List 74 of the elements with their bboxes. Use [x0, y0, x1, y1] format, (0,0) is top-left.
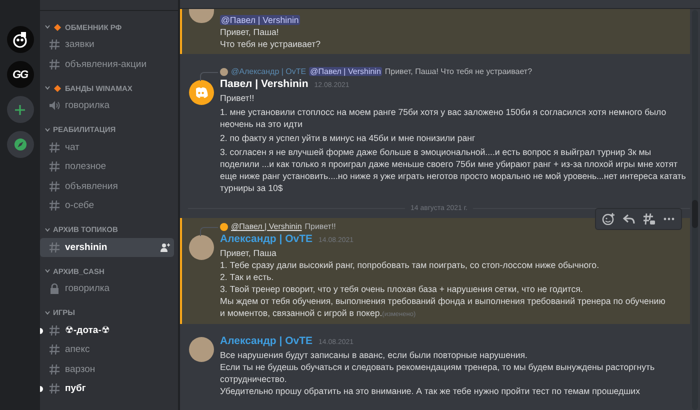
avatar-placeholder[interactable] — [188, 337, 214, 362]
message-text: Привет!! — [220, 93, 254, 103]
mention-tag[interactable]: @Павел | Vershinin — [220, 15, 300, 25]
hash-icon — [49, 161, 60, 172]
chevron-icon — [45, 25, 50, 29]
chevron-icon — [45, 269, 50, 273]
hash-icon — [49, 200, 60, 212]
unread-indicator — [40, 386, 43, 392]
author-name[interactable]: Павел | Vershinin — [220, 78, 308, 90]
thread-icon[interactable] — [643, 213, 655, 225]
channel-item[interactable]: vershinin — [40, 238, 174, 257]
message-text: 3. согласен я не влучшей форме даже больше в эмоциональной....и есть вопрос я выйграл турнир 3к мы поделили ...и как только я проиграл даже меньше своего 75би мне убирают ранг + из-за плохой игры мне хотят еще ниже ранг установить....но ниже я уже играть неготов просто морально не мой уровень...нет интереса катать турниры за 10$ — [220, 147, 686, 193]
channel-item[interactable]: заявки — [40, 35, 174, 54]
hash-icon — [49, 58, 60, 70]
avatar-placeholder[interactable] — [188, 235, 214, 260]
speaker-icon — [49, 100, 60, 112]
channel-item[interactable]: объявления — [40, 176, 174, 196]
message-text: 1. мне установили стоплосс на моем ранге 75би хотя у вас заложено 150би я согласился хотя немного было неочень на это идти — [220, 107, 666, 129]
hash-icon — [49, 344, 60, 356]
reply-preview: Привет!! — [304, 222, 336, 231]
channel-item[interactable]: апекс — [40, 340, 174, 360]
message-text: Мы ждем от тебя обучения, выполнения требований фонда и выполнения требований тренера по обучению — [220, 296, 666, 306]
channel-item[interactable]: пубг — [40, 379, 174, 398]
hash-icon — [49, 383, 60, 394]
channel-item[interactable]: объявления-акции — [40, 54, 174, 74]
compass-icon[interactable] — [6, 131, 34, 158]
reply-icon[interactable] — [623, 214, 635, 224]
chevron-icon — [45, 310, 50, 314]
hash-icon — [49, 180, 60, 192]
channel-item[interactable]: говорилка — [40, 279, 174, 298]
server-logo-icon[interactable] — [6, 26, 34, 53]
add-member-icon[interactable] — [160, 242, 170, 252]
hash-icon — [49, 242, 60, 253]
chevron-icon — [45, 128, 50, 132]
message-text: и моментов, связанной с игрой в покер. — [220, 308, 382, 318]
message-text: 2. Так и есть. — [220, 272, 274, 282]
message-text: 3. Твой тренер говорит, что у тебя очень плохая база + нарушения сетки, что не годится. — [220, 284, 583, 294]
channel-item[interactable]: чат — [40, 138, 174, 157]
add-server-icon[interactable] — [6, 96, 34, 123]
hash-icon — [49, 364, 60, 375]
avatar-icon — [220, 68, 228, 76]
avatar-icon[interactable] — [188, 80, 214, 105]
hash-icon — [49, 142, 60, 153]
channel-item[interactable]: полезное — [40, 157, 174, 176]
reply-preview: Привет, Паша! Что тебя не устраивает? — [384, 67, 532, 76]
chevron-icon — [45, 86, 50, 90]
author-name[interactable]: Александр | OvTE — [220, 233, 312, 245]
chevron-icon — [45, 228, 50, 232]
reply-author[interactable]: @Павел | Vershinin — [231, 222, 302, 231]
more-icon[interactable] — [663, 217, 675, 221]
author-name[interactable]: Александр | OvTE — [220, 335, 312, 347]
channel-item[interactable]: о-себе — [40, 196, 174, 216]
lock-icon — [49, 283, 60, 294]
message-text: Привет, Паша! — [220, 27, 279, 37]
message-text: Все нарушения будут записаны в аванс, если были повторные нарушения. — [220, 350, 528, 360]
message-text: Убедительно прошу обратить на это внимание. А так же тебе нужно пройти тест по темам прошедших — [220, 386, 640, 396]
message-text: 2. по факту я успел уйти в минус на 45би и мне понизили ранг — [220, 133, 476, 143]
message-text: Если ты не будешь обучаться и следовать рекомендациям тренера, то мы будем вынуждены расторгнуть сотрудничество. — [220, 362, 655, 384]
mention-tag[interactable]: @Павел | Vershinin — [309, 67, 382, 76]
add-reaction-icon[interactable] — [602, 213, 615, 225]
channel-item[interactable]: ☢-дота-☢ — [40, 320, 174, 340]
message-text: Привет, Паша — [220, 248, 276, 258]
channel-item[interactable]: говорилка — [40, 96, 174, 116]
avatar-icon — [220, 222, 228, 230]
hash-icon — [49, 39, 60, 50]
unread-indicator — [40, 328, 43, 334]
server-logo[interactable]: GG — [6, 61, 34, 88]
hash-icon — [49, 324, 60, 336]
scrollbar[interactable] — [692, 10, 698, 410]
message-text: Что тебя не устраивает? — [220, 39, 321, 49]
reply-author[interactable]: @Александр | OvTE — [231, 67, 306, 76]
channel-item[interactable]: варзон — [40, 360, 174, 379]
avatar-placeholder[interactable] — [188, 9, 214, 23]
message-text: 1. Тебе сразу дали высокий ранг, попробовать там поиграть, со стоп-лоссом ниже обычного. — [220, 260, 600, 270]
